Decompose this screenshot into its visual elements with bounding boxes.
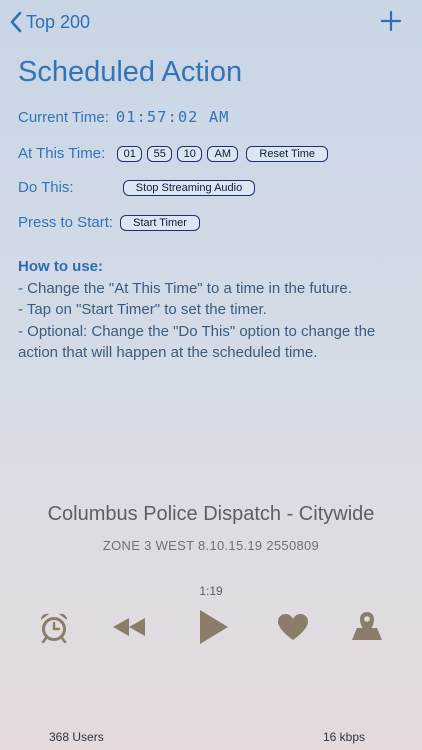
add-button[interactable]	[380, 10, 402, 37]
help-line: - Optional: Change the "Do This" option …	[18, 322, 376, 362]
map-pin-icon	[352, 612, 382, 640]
press-to-start-row: Press to Start: Start Timer	[18, 214, 201, 231]
current-time-row: Current Time: 01:57:02 AM	[18, 108, 230, 126]
station-name: Columbus Police Dispatch - Citywide	[47, 503, 375, 525]
alarm-clock-icon	[40, 613, 68, 644]
elapsed-time: 1:19	[199, 584, 223, 598]
action-select[interactable]: Stop Streaming Audio	[123, 179, 255, 196]
current-time-label: Current Time:	[18, 108, 109, 126]
map-button[interactable]	[350, 608, 384, 647]
help-line: - Tap on "Start Timer" to set the timer.	[18, 301, 267, 318]
ampm-field[interactable]: AM	[207, 145, 239, 162]
navigation-bar: Top 200	[0, 0, 422, 44]
plus-icon	[380, 10, 402, 32]
press-to-start-label: Press to Start:	[18, 214, 114, 231]
favorite-button[interactable]	[277, 613, 309, 646]
play-icon	[200, 610, 228, 644]
bitrate: 16 kbps	[323, 730, 366, 744]
at-this-time-label: At This Time:	[18, 145, 106, 162]
help-text: How to use: - Change the "At This Time" …	[18, 256, 410, 364]
second-field[interactable]: 10	[177, 145, 203, 162]
hour-field[interactable]: 01	[117, 145, 143, 162]
reset-time-button[interactable]: Reset Time	[246, 145, 329, 162]
do-this-label: Do This:	[18, 179, 74, 196]
minute-field[interactable]: 55	[147, 145, 173, 162]
chevron-left-icon	[10, 11, 22, 33]
now-playing-text: ZONE 3 WEST 8.10.15.19 2550809	[102, 538, 320, 553]
back-button[interactable]: Top 200	[10, 8, 90, 36]
listener-count: 368 Users	[49, 730, 104, 744]
back-label: Top 200	[26, 11, 91, 32]
at-this-time-row: At This Time: 01 55 10 AM Reset Time	[18, 145, 329, 162]
start-timer-button[interactable]: Start Timer	[120, 214, 201, 231]
rewind-button[interactable]	[112, 617, 146, 642]
current-time-value: 01:57:02 AM	[115, 108, 230, 126]
play-button[interactable]	[198, 608, 230, 651]
page-title: Scheduled Action	[18, 56, 243, 88]
help-line: - Change the "At This Time" to a time in…	[18, 279, 352, 297]
alarm-button[interactable]	[39, 611, 69, 648]
rewind-icon	[113, 618, 145, 636]
help-heading: How to use:	[18, 258, 103, 275]
heart-icon	[278, 614, 308, 640]
do-this-row: Do This: Stop Streaming Audio	[18, 179, 255, 196]
